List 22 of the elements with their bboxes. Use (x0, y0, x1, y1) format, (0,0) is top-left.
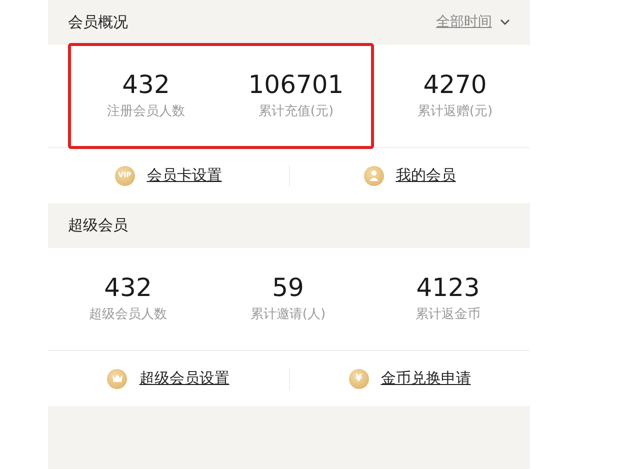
stat-label: 累计返金币 (414, 306, 482, 324)
section-title: 超级会员 (68, 215, 128, 236)
person-icon (364, 166, 384, 186)
section-title: 会员概况 (68, 12, 128, 34)
stat-value: 4270 (422, 70, 488, 100)
stat-label: 注册会员人数 (106, 103, 186, 122)
stat-value: 59 (271, 273, 305, 304)
crown-icon (107, 368, 128, 388)
link[interactable]: 我的会员 (396, 164, 456, 187)
stat-value: 432 (103, 273, 153, 304)
chevron-down-icon (500, 19, 510, 26)
stat-value: 106701 (247, 70, 345, 100)
stat-label: 累计充值(元) (257, 103, 335, 122)
stat-value: 4123 (415, 273, 481, 304)
stat-label: 累计邀请(人) (249, 306, 327, 324)
link[interactable]: 会员卡设置 (146, 164, 222, 187)
coin-icon: ¥ (348, 368, 369, 388)
stat-value: 432 (121, 70, 171, 100)
settings-link[interactable]: 金币兑换申请 (380, 367, 471, 390)
stat-label: 超级会员人数 (88, 306, 168, 324)
settings-link[interactable]: 超级会员设置 (139, 367, 230, 390)
stat-label: 累计返赠(元) (416, 103, 494, 122)
